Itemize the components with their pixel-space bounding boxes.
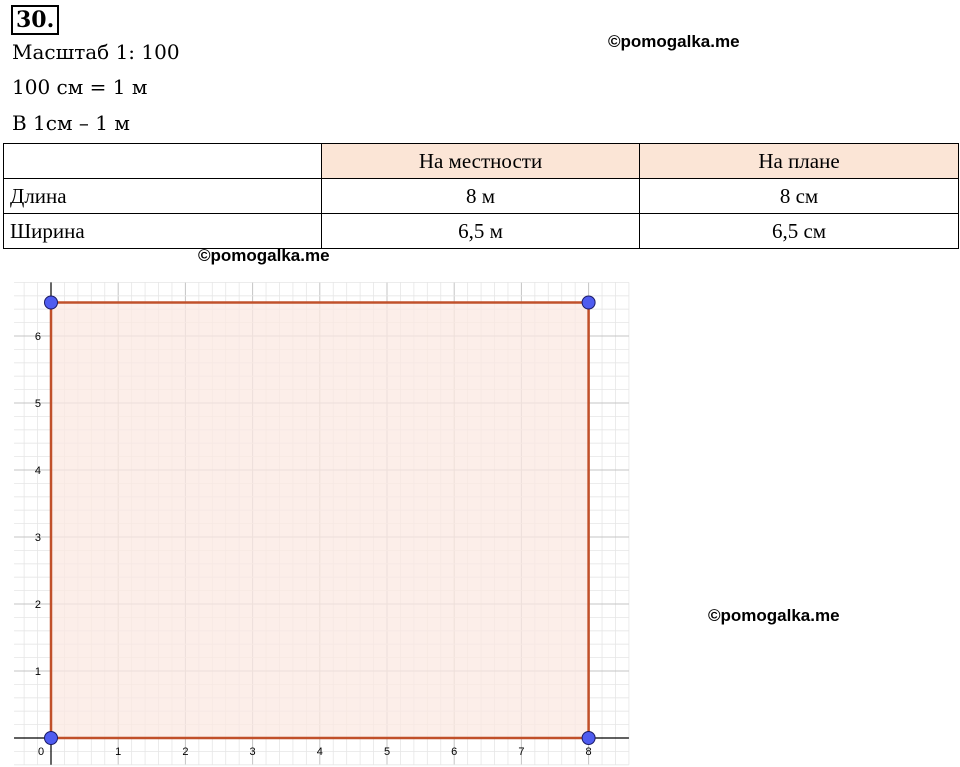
table-header-plan: На плане xyxy=(639,143,959,179)
y-tick-label: 4 xyxy=(35,465,41,477)
ground-value: 6,5 м xyxy=(321,213,640,249)
watermark-middle: ©pomogalka.me xyxy=(198,246,330,265)
x-tick-label: 2 xyxy=(182,746,188,758)
table-header-empty xyxy=(3,143,322,179)
x-tick-label: 1 xyxy=(115,746,121,758)
rectangle-polygon xyxy=(49,301,590,740)
x-tick-label: 6 xyxy=(451,746,457,758)
vertex-point xyxy=(581,295,596,310)
plan-value: 6,5 см xyxy=(639,213,959,249)
watermark-top: ©pomogalka.me xyxy=(608,32,740,51)
rectangle-plan xyxy=(49,301,590,740)
x-tick-label: 4 xyxy=(317,746,323,758)
x-tick-label: 7 xyxy=(518,746,524,758)
ratio-line: В 1см – 1 м xyxy=(12,111,130,135)
y-tick-label: 1 xyxy=(35,666,41,678)
y-tick-label: 5 xyxy=(35,398,41,410)
row-label: Длина xyxy=(3,178,322,214)
vertex-point xyxy=(44,295,58,310)
watermark-right: ©pomogalka.me xyxy=(708,606,840,625)
x-tick-label: 5 xyxy=(384,746,390,758)
x-tick-label: 0 xyxy=(38,746,44,758)
x-tick-label: 3 xyxy=(250,746,256,758)
x-tick-label: 8 xyxy=(586,746,592,758)
ground-value: 8 м xyxy=(321,178,640,214)
vertex-point xyxy=(44,731,58,745)
table-header-ground: На местности xyxy=(321,143,640,179)
y-tick-label: 2 xyxy=(35,599,41,611)
measurements-table: На местности На плане Длина 8 м 8 см Шир… xyxy=(3,143,959,249)
plan-graph: 0 1 2 3 4 5 6 7 8 1 2 3 4 5 6 xyxy=(14,281,630,766)
scale-line: Масштаб 1: 100 xyxy=(12,40,180,64)
vertex-point xyxy=(581,731,596,745)
table-header-row: На местности На плане xyxy=(3,143,959,179)
task-number: 30. xyxy=(11,5,60,35)
table-row: Длина 8 м 8 см xyxy=(3,178,959,214)
conversion-line: 100 см = 1 м xyxy=(12,75,148,99)
table-row: Ширина 6,5 м 6,5 см xyxy=(3,213,959,249)
row-label: Ширина xyxy=(3,213,322,249)
plan-value: 8 см xyxy=(639,178,959,214)
y-tick-label: 6 xyxy=(35,331,41,343)
y-tick-label: 3 xyxy=(35,532,41,544)
